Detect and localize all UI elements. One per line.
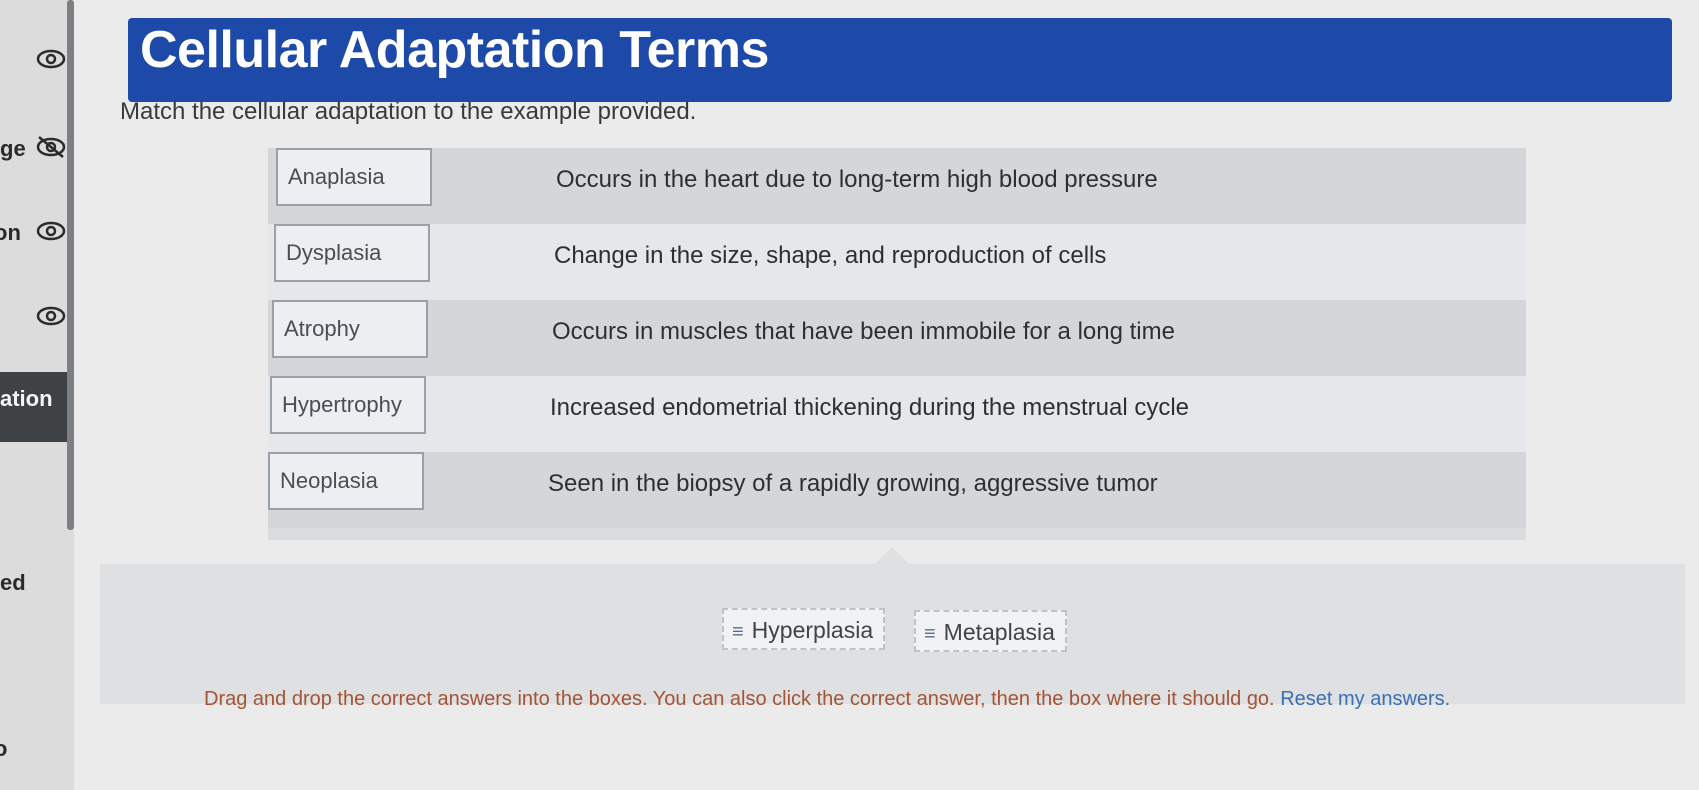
drop-box-term[interactable]: Hypertrophy: [270, 376, 426, 434]
page-title: Cellular Adaptation Terms: [140, 21, 769, 79]
table-row: Neoplasia Seen in the biopsy of a rapidl…: [268, 452, 1526, 528]
example-text: Occurs in muscles that have been immobil…: [552, 318, 1175, 345]
example-text: Seen in the biopsy of a rapidly growing,…: [548, 470, 1158, 497]
drag-handle-icon[interactable]: ≡: [924, 623, 936, 645]
answer-chip-hyperplasia[interactable]: ≡ Hyperplasia: [722, 608, 886, 650]
answer-bank: [100, 564, 1685, 704]
reset-answers-link[interactable]: Reset my answers.: [1280, 688, 1450, 710]
eye-icon[interactable]: [36, 48, 66, 70]
eye-slash-icon[interactable]: [36, 136, 66, 158]
example-text: Occurs in the heart due to long-term hig…: [556, 166, 1158, 193]
eye-icon[interactable]: [36, 305, 66, 327]
example-text: Change in the size, shape, and reproduct…: [554, 242, 1107, 269]
example-text: Increased endometrial thickening during …: [550, 394, 1190, 421]
sidebar-item-label: ge: [0, 136, 26, 161]
page-subtitle: Match the cellular adaptation to the exa…: [120, 98, 697, 125]
table-row: Atrophy Occurs in muscles that have been…: [268, 300, 1526, 376]
drop-box-term[interactable]: Anaplasia: [276, 148, 432, 206]
drop-box-term[interactable]: Atrophy: [272, 300, 428, 358]
matching-table: Anaplasia Occurs in the heart due to lon…: [268, 148, 1526, 540]
sidebar-item-label: o: [0, 736, 8, 761]
instructions-text: Drag and drop the correct answers into t…: [204, 688, 1275, 710]
table-row: Dysplasia Change in the size, shape, and…: [268, 224, 1526, 300]
chip-label: Metaplasia: [943, 619, 1055, 645]
sidebar-item-label: on: [0, 220, 21, 245]
instructions: Drag and drop the correct answers into t…: [204, 688, 1450, 711]
sidebar-item-label: ed: [0, 570, 26, 595]
drop-box-term[interactable]: Dysplasia: [274, 224, 430, 282]
drag-handle-icon[interactable]: ≡: [732, 621, 744, 643]
answer-chip-metaplasia[interactable]: ≡ Metaplasia: [914, 610, 1067, 652]
sidebar-scrollbar[interactable]: [67, 0, 74, 530]
eye-icon[interactable]: [36, 220, 66, 242]
table-row: Anaplasia Occurs in the heart due to lon…: [268, 148, 1526, 224]
drop-box-term[interactable]: Neoplasia: [268, 452, 424, 510]
sidebar-item-label-active[interactable]: ation: [0, 386, 53, 412]
chip-label: Hyperplasia: [751, 617, 874, 643]
table-row: Hypertrophy Increased endometrial thicke…: [268, 376, 1526, 452]
